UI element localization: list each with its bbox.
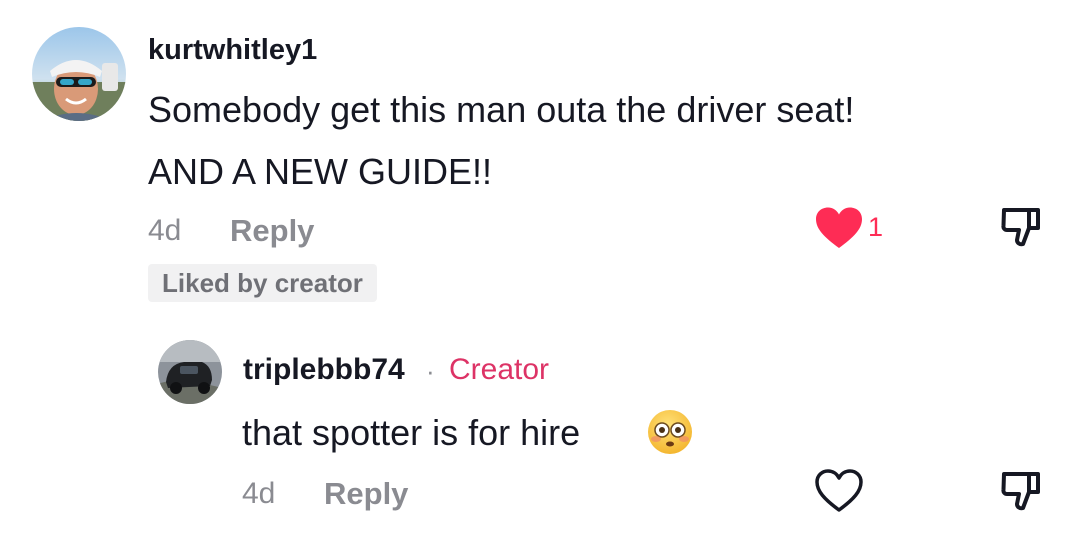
comment-reply-button[interactable]: Reply (230, 211, 314, 251)
liked-by-creator-badge: Liked by creator (148, 264, 377, 302)
thumbs-down-icon (1001, 472, 1040, 511)
reply-like-button[interactable] (814, 468, 864, 514)
reply-username[interactable]: triplebbb74 (243, 350, 405, 390)
avatar-kurtwhitley1[interactable] (32, 27, 126, 121)
creator-tag: Creator (449, 353, 550, 386)
thumbs-down-icon (1001, 208, 1040, 247)
comment-like-button[interactable]: 1 (814, 204, 890, 252)
comment-like-count: 1 (868, 212, 884, 242)
comment-username[interactable]: kurtwhitley1 (148, 30, 317, 70)
reply-text: that spotter is for hire (242, 412, 581, 453)
flushed-face-emoji (648, 410, 692, 454)
heart-outline-icon (815, 469, 863, 512)
heart-filled-icon (816, 207, 862, 248)
separator-dot: · (426, 356, 435, 386)
comment-age: 4d (148, 214, 182, 247)
comment-text-line2: AND A NEW GUIDE!! (148, 151, 493, 192)
reply-age: 4d (242, 477, 276, 510)
comment-text-line1: Somebody get this man outa the driver se… (148, 89, 855, 130)
reply-reply-button[interactable]: Reply (324, 474, 408, 514)
comment-dislike-button[interactable] (998, 206, 1046, 250)
avatar-triplebbb74[interactable] (158, 340, 222, 404)
reply-dislike-button[interactable] (998, 470, 1046, 514)
